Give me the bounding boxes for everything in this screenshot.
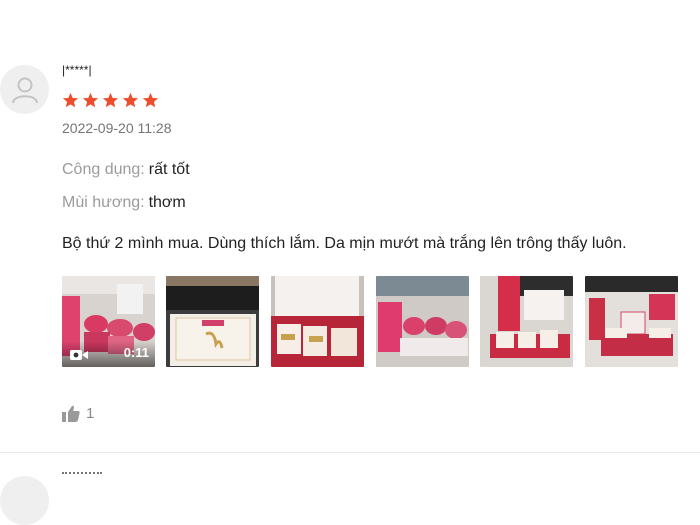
video-camera-icon: [70, 350, 88, 360]
video-duration: 0:11: [123, 345, 149, 360]
product-photo: [376, 276, 469, 367]
like-button[interactable]: 1: [62, 405, 94, 422]
next-reviewer-username: [62, 472, 102, 480]
star-icon: [82, 92, 99, 108]
review-image-thumbnail[interactable]: [376, 276, 469, 367]
attribute-value: rất tốt: [148, 161, 190, 178]
attribute-label: Công dụng:: [62, 161, 145, 178]
star-icon: [122, 92, 139, 108]
product-photo: [271, 276, 364, 367]
rating-stars: [62, 92, 159, 109]
thumbs-up-icon: [62, 405, 80, 422]
review-image-thumbnail[interactable]: [166, 276, 259, 367]
review-timestamp: 2022-09-20 11:28: [62, 120, 172, 136]
product-photo: [480, 276, 573, 367]
next-reviewer-avatar[interactable]: [0, 476, 49, 525]
review-image-thumbnail[interactable]: [480, 276, 573, 367]
review-image-thumbnail[interactable]: [271, 276, 364, 367]
reviewer-username: |*****|: [62, 63, 92, 77]
attribute-effect: Công dụng: rất tốt: [62, 161, 190, 179]
like-count: 1: [86, 405, 95, 422]
review-image-thumbnail[interactable]: [585, 276, 678, 367]
product-photo: [166, 276, 259, 367]
attribute-scent: Mùi hương: thơm: [62, 194, 186, 212]
attribute-label: Mùi hương:: [62, 194, 145, 211]
star-icon: [62, 92, 79, 108]
product-photo: [585, 276, 678, 367]
star-icon: [142, 92, 159, 108]
star-icon: [102, 92, 119, 108]
attribute-value: thơm: [148, 194, 186, 211]
reviewer-avatar[interactable]: [0, 65, 49, 114]
user-icon: [11, 77, 38, 103]
review-comment: Bộ thứ 2 mình mua. Dùng thích lắm. Da mị…: [62, 235, 627, 252]
review-divider: [0, 452, 700, 453]
review-video-thumbnail[interactable]: 0:11: [62, 276, 155, 367]
